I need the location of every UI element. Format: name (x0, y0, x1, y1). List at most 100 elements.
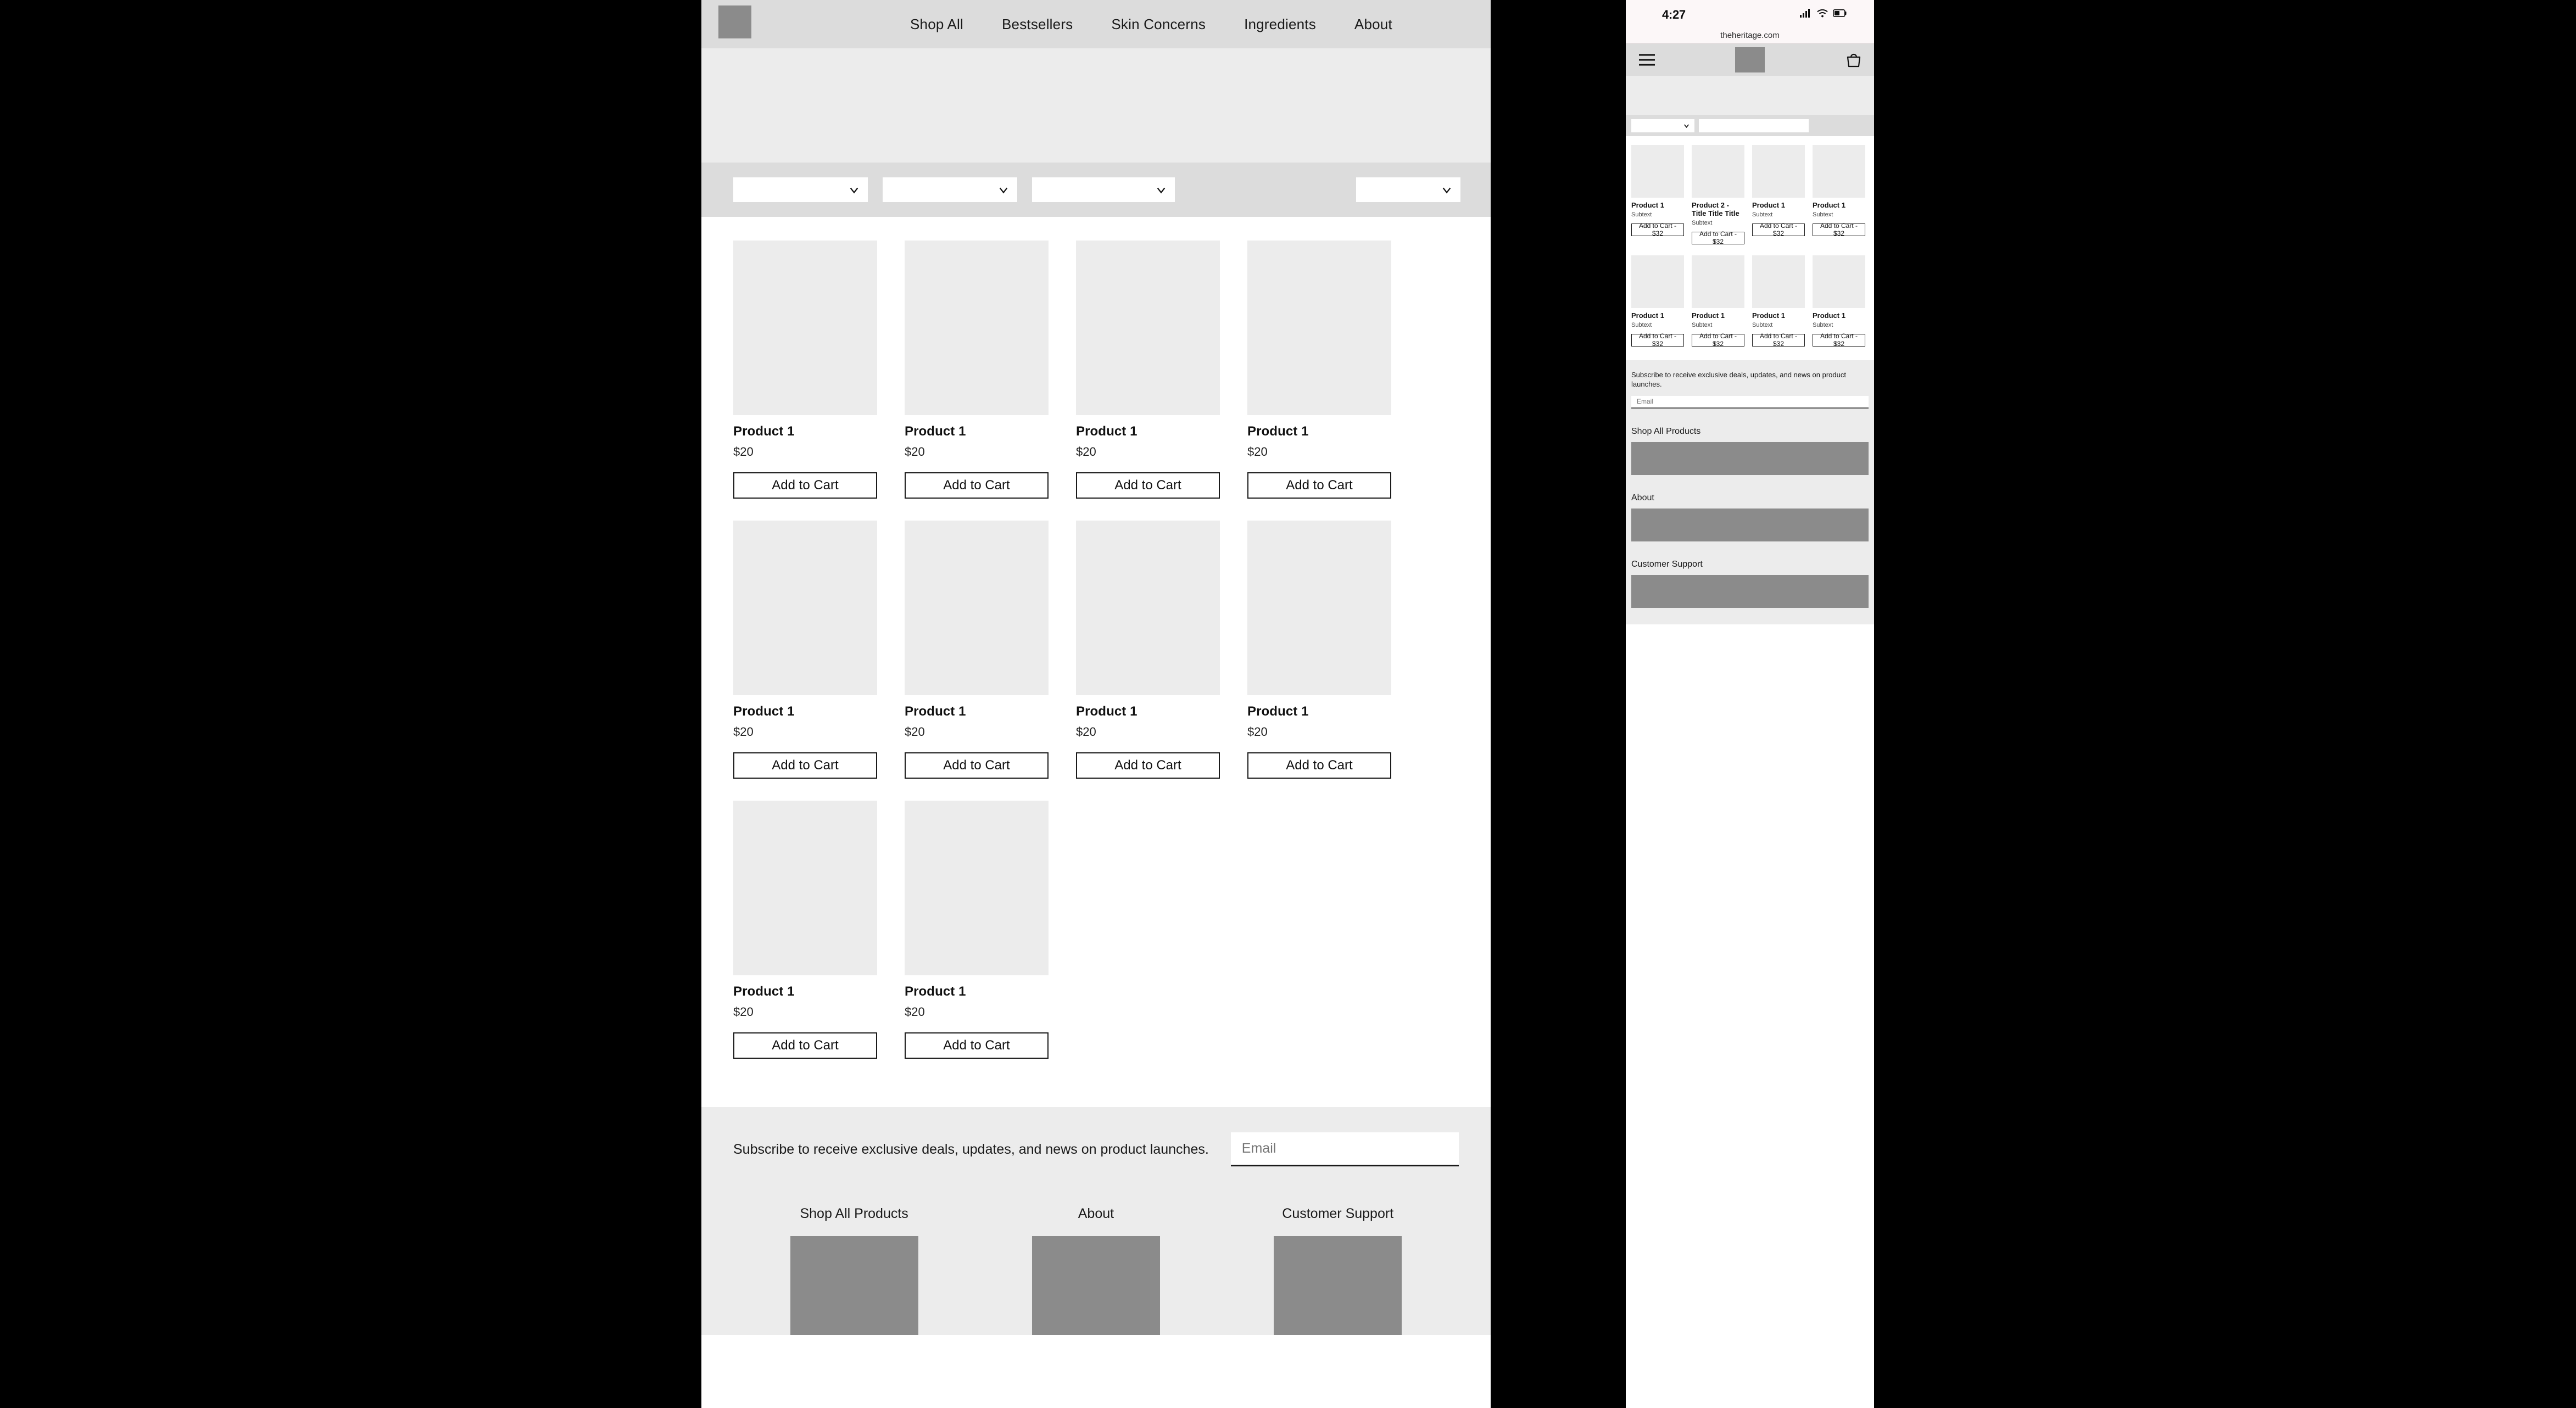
email-input[interactable] (1631, 395, 1869, 409)
add-to-cart-button[interactable]: Add to Cart - $32 (1752, 332, 1805, 348)
sort-dropdown[interactable] (1356, 177, 1460, 202)
product-card[interactable]: Product 1 $20 Add to Cart (733, 241, 877, 499)
product-subtext: Subtext (1692, 321, 1713, 328)
product-title: Product 1 (1752, 311, 1785, 320)
footer-heading: Shop All Products (1631, 426, 1701, 436)
add-to-cart-button[interactable]: Add to Cart (733, 752, 877, 779)
product-price: $20 (905, 1005, 925, 1019)
add-to-cart-button[interactable]: Add to Cart (1247, 472, 1391, 499)
chevron-down-icon (1157, 187, 1166, 193)
product-card[interactable]: Product 1 Subtext Add to Cart - $32 (1692, 255, 1744, 348)
footer-placeholder-block (1631, 508, 1869, 541)
footer-placeholder-block (1031, 1236, 1160, 1335)
chevron-down-icon (1684, 124, 1689, 128)
footer-placeholder-block (1631, 574, 1869, 608)
product-subtext: Subtext (1813, 211, 1833, 218)
filter-dropdown-2[interactable] (883, 177, 1017, 202)
product-price: $20 (1076, 725, 1096, 739)
product-subtext: Subtext (1752, 211, 1773, 218)
product-card[interactable]: Product 1 $20 Add to Cart (1247, 521, 1391, 779)
product-price: $20 (905, 725, 925, 739)
mobile-hero-banner (1626, 76, 1874, 115)
add-to-cart-button[interactable]: Add to Cart - $32 (1813, 332, 1865, 348)
product-card[interactable]: Product 1 Subtext Add to Cart - $32 (1631, 255, 1684, 348)
nav-link-about[interactable]: About (1354, 16, 1392, 33)
add-to-cart-button[interactable]: Add to Cart - $32 (1813, 222, 1865, 237)
footer-placeholder-block (790, 1236, 918, 1335)
footer-column-about: About (975, 1206, 1217, 1335)
desktop-nav-links: Shop All Bestsellers Skin Concerns Ingre… (910, 16, 1392, 33)
product-image (1752, 255, 1805, 308)
add-to-cart-button[interactable]: Add to Cart (905, 752, 1049, 779)
product-card[interactable]: Product 1 $20 Add to Cart (905, 801, 1049, 1059)
product-card[interactable]: Product 1 $20 Add to Cart (1247, 241, 1391, 499)
shopping-bag-icon[interactable] (1845, 52, 1862, 68)
product-card[interactable]: Product 1 $20 Add to Cart (1076, 241, 1220, 499)
product-card[interactable]: Product 1 Subtext Add to Cart - $32 (1813, 255, 1865, 348)
cellular-signal-icon (1800, 9, 1810, 18)
desktop-viewport: Shop All Bestsellers Skin Concerns Ingre… (701, 0, 1491, 1408)
product-image (1247, 521, 1391, 695)
footer-placeholder-block (1631, 442, 1869, 475)
product-card[interactable]: Product 1 $20 Add to Cart (905, 521, 1049, 779)
logo-placeholder[interactable] (1735, 47, 1765, 72)
logo-placeholder[interactable] (718, 5, 751, 38)
product-title: Product 1 (1752, 201, 1785, 209)
filter-dropdown-1[interactable] (1631, 119, 1694, 132)
battery-icon (1833, 9, 1847, 17)
product-subtext: Subtext (1752, 321, 1773, 328)
nav-link-bestsellers[interactable]: Bestsellers (1002, 16, 1073, 33)
add-to-cart-button[interactable]: Add to Cart - $32 (1692, 230, 1744, 245)
filter-dropdown-2[interactable] (1699, 119, 1809, 132)
add-to-cart-button[interactable]: Add to Cart (733, 472, 877, 499)
add-to-cart-button[interactable]: Add to Cart (1076, 752, 1220, 779)
product-card[interactable]: Product 1 $20 Add to Cart (1076, 521, 1220, 779)
footer-placeholder-block (1274, 1236, 1402, 1335)
email-input[interactable] (1230, 1132, 1459, 1166)
browser-url-label: theheritage.com (1626, 31, 1874, 44)
subscribe-row: Subscribe to receive exclusive deals, up… (733, 1132, 1459, 1166)
filter-dropdown-1[interactable] (733, 177, 868, 202)
add-to-cart-button[interactable]: Add to Cart (733, 1032, 877, 1059)
chevron-down-icon (999, 187, 1008, 193)
product-title: Product 2 - Title Title Title (1692, 201, 1739, 217)
add-to-cart-button[interactable]: Add to Cart - $32 (1752, 222, 1805, 237)
product-card[interactable]: Product 1 Subtext Add to Cart - $32 (1631, 145, 1684, 244)
footer-heading: About (1078, 1206, 1114, 1221)
product-image (905, 801, 1049, 975)
add-to-cart-button[interactable]: Add to Cart (905, 472, 1049, 499)
hamburger-line (1639, 59, 1655, 61)
wifi-icon (1817, 9, 1828, 17)
filter-dropdown-3[interactable] (1032, 177, 1175, 202)
product-image (1076, 521, 1220, 695)
add-to-cart-button[interactable]: Add to Cart - $32 (1631, 332, 1684, 348)
product-card[interactable]: Product 2 - Title Title Title Subtext Add … (1692, 145, 1744, 245)
chevron-down-icon (1442, 187, 1451, 193)
product-title: Product 1 (1076, 704, 1138, 719)
product-card[interactable]: Product 1 Subtext Add to Cart - $32 (1752, 145, 1805, 244)
add-to-cart-button[interactable]: Add to Cart (1247, 752, 1391, 779)
product-card[interactable]: Product 1 $20 Add to Cart (905, 241, 1049, 499)
nav-link-skin-concerns[interactable]: Skin Concerns (1111, 16, 1206, 33)
hamburger-menu-icon[interactable] (1639, 51, 1655, 69)
mobile-viewport: 4:27 theheritage.com Product 1 Subtext A… (1626, 0, 1874, 1408)
product-card[interactable]: Product 1 $20 Add to Cart (733, 521, 877, 779)
add-to-cart-button[interactable]: Add to Cart (1076, 472, 1220, 499)
product-image (733, 521, 877, 695)
add-to-cart-button[interactable]: Add to Cart - $32 (1631, 222, 1684, 237)
product-title: Product 1 (1631, 311, 1664, 320)
product-card[interactable]: Product 1 Subtext Add to Cart - $32 (1813, 145, 1865, 244)
product-image (733, 801, 877, 975)
add-to-cart-button[interactable]: Add to Cart (905, 1032, 1049, 1059)
nav-link-ingredients[interactable]: Ingredients (1244, 16, 1316, 33)
product-subtext: Subtext (1631, 211, 1652, 218)
footer-column-customer-support: Customer Support (1217, 1206, 1459, 1335)
product-title: Product 1 (1631, 201, 1664, 209)
product-card[interactable]: Product 1 $20 Add to Cart (733, 801, 877, 1059)
add-to-cart-button[interactable]: Add to Cart - $32 (1692, 332, 1744, 348)
product-card[interactable]: Product 1 Subtext Add to Cart - $32 (1752, 255, 1805, 348)
nav-link-shop-all[interactable]: Shop All (910, 16, 963, 33)
product-image (1692, 255, 1744, 308)
product-image (905, 521, 1049, 695)
footer-columns: Shop All Products About Customer Support (733, 1206, 1459, 1335)
